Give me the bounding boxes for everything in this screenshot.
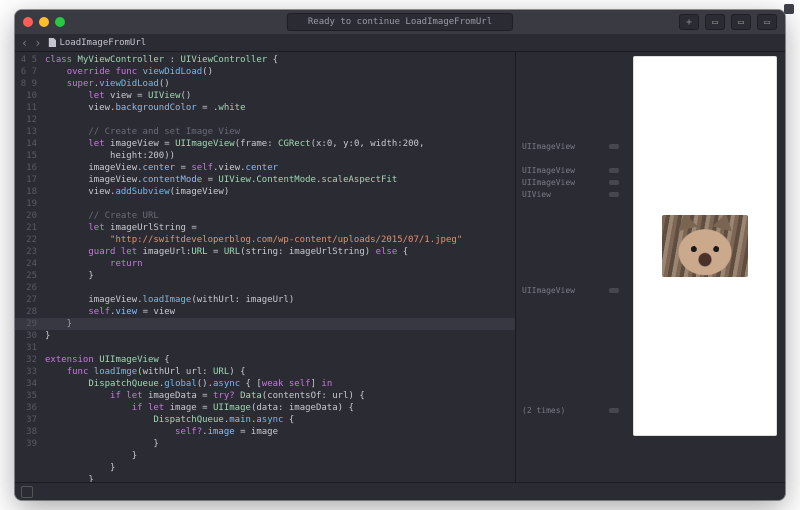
current-line-highlight — [15, 318, 515, 330]
nav-fwd-icon[interactable]: › — [34, 36, 41, 50]
tab-menu-icon[interactable] — [784, 10, 785, 14]
live-preview — [625, 52, 785, 482]
file-tab[interactable]: LoadImageFromUrl — [47, 38, 146, 48]
panel-toggle-3[interactable]: ▭ — [757, 14, 777, 30]
ide-window: Ready to continue LoadImageFromUrl + ▭ ▭… — [15, 10, 785, 500]
close-icon[interactable] — [23, 17, 33, 27]
toolbar-right: + ▭ ▭ ▭ — [679, 14, 777, 30]
line-gutter: 4 5 6 7 8 9 10 11 12 13 14 15 16 17 18 1… — [15, 52, 41, 482]
titlebar: Ready to continue LoadImageFromUrl + ▭ ▭… — [15, 10, 785, 34]
run-status-pill: Ready to continue LoadImageFromUrl — [287, 13, 513, 31]
panel-toggle-2[interactable]: ▭ — [731, 14, 751, 30]
nav-back-icon[interactable]: ‹ — [21, 36, 28, 50]
annotation[interactable]: UIImageView — [522, 164, 619, 176]
preview-image — [662, 215, 748, 277]
file-tab-label: LoadImageFromUrl — [59, 38, 146, 48]
debug-area-toggle-icon[interactable] — [21, 486, 33, 498]
file-icon — [47, 38, 56, 47]
tab-bar: ‹ › LoadImageFromUrl — [15, 34, 785, 52]
annotation-strip: UIImageViewUIImageViewUIImageViewUIViewU… — [515, 52, 625, 482]
annotation[interactable]: UIImageView — [522, 140, 619, 152]
annotation[interactable]: (2 times) — [522, 404, 619, 416]
simulator-canvas — [633, 56, 777, 436]
code-area[interactable]: class MyViewController : UIViewControlle… — [41, 52, 515, 482]
annotation[interactable]: UIImageView — [522, 284, 619, 296]
traffic-lights — [23, 17, 65, 27]
code-editor[interactable]: 4 5 6 7 8 9 10 11 12 13 14 15 16 17 18 1… — [15, 52, 515, 482]
annotation[interactable]: UIView — [522, 188, 619, 200]
body: 4 5 6 7 8 9 10 11 12 13 14 15 16 17 18 1… — [15, 52, 785, 482]
annotation[interactable]: UIImageView — [522, 176, 619, 188]
status-bar — [15, 482, 785, 500]
zoom-icon[interactable] — [55, 17, 65, 27]
minimize-icon[interactable] — [39, 17, 49, 27]
panel-toggle-1[interactable]: ▭ — [705, 14, 725, 30]
add-button[interactable]: + — [679, 14, 699, 30]
